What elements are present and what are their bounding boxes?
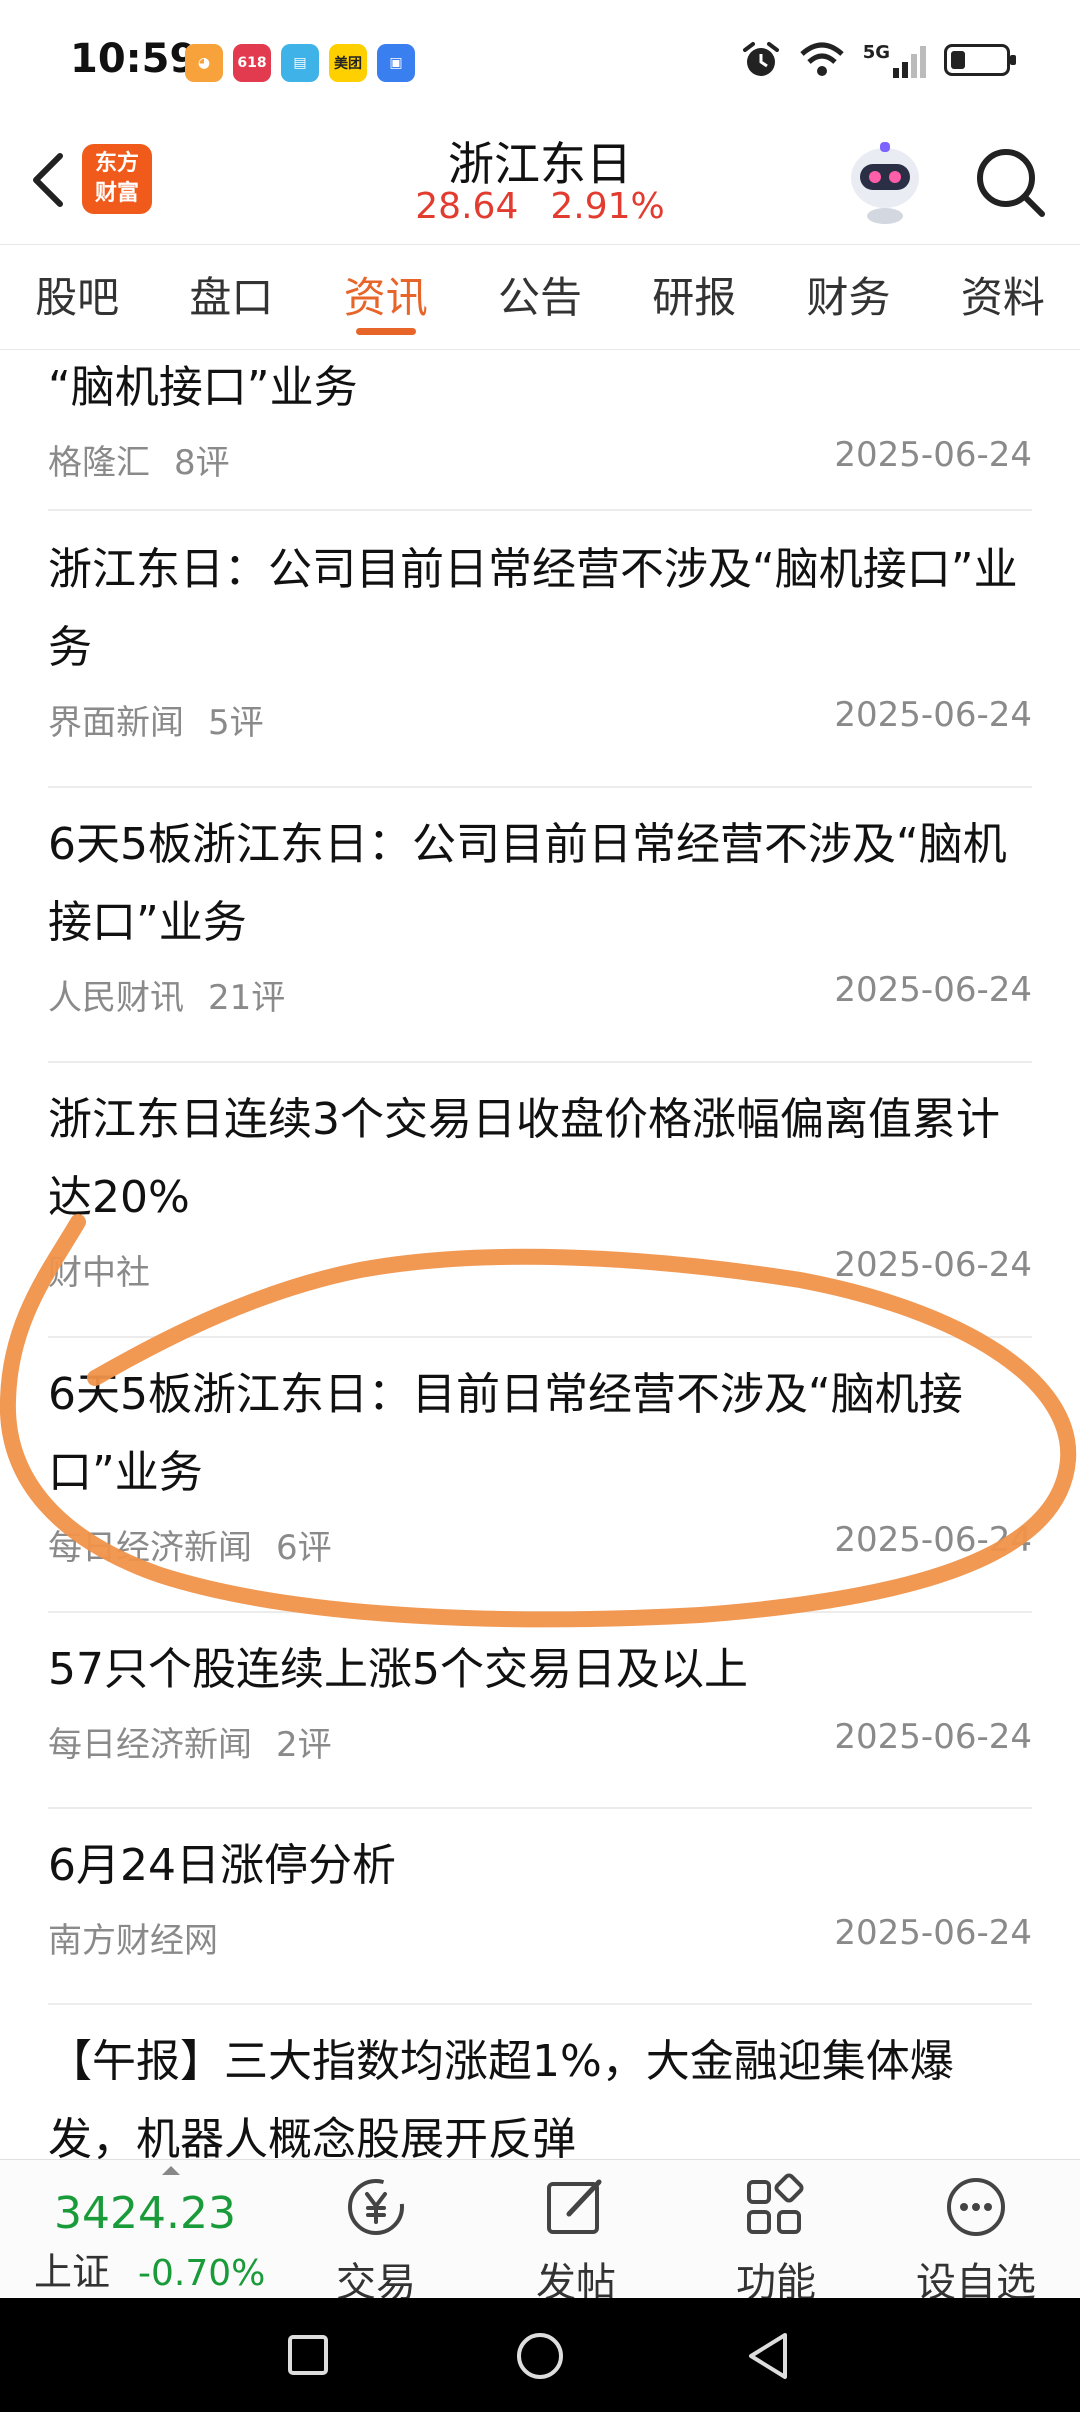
news-comments: 8评 — [174, 443, 230, 483]
news-meta: 财中社 2025-06-24 — [48, 1237, 1032, 1297]
news-item[interactable]: 6月24日涨停分析 南方财经网 2025-06-24 — [48, 1827, 1032, 2005]
news-title: 6天5板浙江东日：目前日常经营不涉及“脑机接口”业务 — [48, 1369, 963, 1498]
tab-news[interactable]: 资讯 — [309, 245, 463, 349]
signal-5g-icon: 5G — [863, 42, 926, 78]
robot-assistant-button[interactable] — [840, 136, 930, 226]
status-indicators: 5G — [741, 40, 1016, 80]
news-title: 【午报】三大指数均涨超1%，大金融迎集体爆发，机器人概念股展开反弹 — [48, 2036, 954, 2159]
news-item[interactable]: “脑机接口”业务 格隆汇 8评 2025-06-24 — [48, 351, 1032, 511]
news-date: 2025-06-24 — [834, 1520, 1032, 1560]
index-value: 3424.23 — [54, 2188, 236, 2239]
index-name: 上证 — [34, 2250, 111, 2294]
news-title: 浙江东日连续3个交易日收盘价格涨幅偏离值累计达20% — [48, 1094, 1000, 1223]
app-618-icon: 618 — [233, 44, 271, 82]
grid-apps-icon — [747, 2173, 804, 2234]
wifi-icon — [800, 42, 844, 76]
news-source: 格隆汇 — [48, 443, 150, 483]
tab-announcements[interactable]: 公告 — [463, 245, 617, 349]
news-title: “脑机接口”业务 — [48, 362, 358, 413]
notification-icons: ◕ 618 ▤ 美团 ▣ — [185, 44, 415, 82]
robot-icon — [851, 142, 919, 224]
news-meta: 人民财讯 21评 2025-06-24 — [48, 962, 1032, 1022]
search-button[interactable] — [970, 142, 1050, 222]
tab-research[interactable]: 研报 — [617, 245, 771, 349]
status-bar: 10:59 ◕ 618 ▤ 美团 ▣ 5G — [0, 0, 1080, 120]
battery-icon — [944, 44, 1016, 76]
wallet-icon: ▣ — [377, 44, 415, 82]
news-source: 财中社 — [48, 1253, 150, 1293]
tab-pankou[interactable]: 盘口 — [154, 245, 308, 349]
trade-button[interactable]: 交易 — [306, 2172, 446, 2308]
news-item[interactable]: 浙江东日连续3个交易日收盘价格涨幅偏离值累计达20% 财中社 2025-06-2… — [48, 1081, 1032, 1338]
news-comments: 6评 — [276, 1528, 332, 1568]
news-item[interactable]: 57只个股连续上涨5个交易日及以上 每日经济新闻 2评 2025-06-24 — [48, 1631, 1032, 1809]
news-date: 2025-06-24 — [834, 1717, 1032, 1757]
reader-icon: ▤ — [281, 44, 319, 82]
news-item[interactable]: 6天5板浙江东日：目前日常经营不涉及“脑机接口”业务 每日经济新闻 6评 2025… — [48, 1356, 1032, 1613]
news-title: 浙江东日：公司目前日常经营不涉及“脑机接口”业务 — [48, 544, 1018, 673]
news-meta: 南方财经网 2025-06-24 — [48, 1905, 1032, 1965]
meituan-icon: 美团 — [329, 44, 367, 82]
status-time: 10:59 — [70, 36, 198, 82]
news-meta: 界面新闻 5评 2025-06-24 — [48, 687, 1032, 747]
news-list: “脑机接口”业务 格隆汇 8评 2025-06-24 浙江东日：公司目前日常经营不… — [0, 351, 1080, 2159]
tmall-icon: ◕ — [185, 44, 223, 82]
news-title: 6月24日涨停分析 — [48, 1840, 396, 1891]
news-source: 每日经济新闻 — [48, 1528, 252, 1568]
caret-up-icon — [162, 2166, 180, 2175]
back-nav-icon[interactable] — [745, 2331, 793, 2381]
tab-guba[interactable]: 股吧 — [0, 245, 154, 349]
stock-change-pct: 2.91% — [550, 186, 665, 227]
news-date: 2025-06-24 — [834, 695, 1032, 735]
home-icon[interactable] — [515, 2331, 565, 2381]
news-date: 2025-06-24 — [834, 1913, 1032, 1953]
tab-bar: 股吧 盘口 资讯 公告 研报 财务 资料 — [0, 245, 1080, 350]
recent-apps-icon[interactable] — [286, 2333, 330, 2377]
news-source: 界面新闻 — [48, 703, 184, 743]
news-comments: 2评 — [276, 1725, 332, 1765]
news-meta: 每日经济新闻 6评 2025-06-24 — [48, 1512, 1032, 1572]
news-item[interactable]: 【午报】三大指数均涨超1%，大金融迎集体爆发，机器人概念股展开反弹 — [48, 2023, 1032, 2159]
news-source: 每日经济新闻 — [48, 1725, 252, 1765]
yuan-refresh-icon — [348, 2179, 404, 2235]
news-source: 人民财讯 — [48, 978, 184, 1018]
edit-post-icon — [547, 2179, 602, 2234]
news-meta: 每日经济新闻 2评 2025-06-24 — [48, 1709, 1032, 1769]
stock-header: 东方 财富 浙江东日 28.64 2.91% — [0, 120, 1080, 245]
bottom-toolbar: 3424.23 上证 -0.70% 交易 发帖 功能 设自选 — [0, 2159, 1080, 2306]
system-nav-bar — [0, 2298, 1080, 2412]
tab-profile[interactable]: 资料 — [926, 245, 1080, 349]
alarm-icon — [742, 42, 779, 76]
news-item[interactable]: 6天5板浙江东日：公司目前日常经营不涉及“脑机接口”业务 人民财讯 21评 202… — [48, 806, 1032, 1063]
news-title: 57只个股连续上涨5个交易日及以上 — [48, 1644, 748, 1695]
add-watchlist-button[interactable]: 设自选 — [906, 2172, 1046, 2308]
news-source: 南方财经网 — [48, 1921, 218, 1961]
stock-price: 28.64 — [415, 186, 519, 227]
news-date: 2025-06-24 — [834, 970, 1032, 1010]
news-comments: 21评 — [208, 978, 286, 1018]
news-title: 6天5板浙江东日：公司目前日常经营不涉及“脑机接口”业务 — [48, 819, 1007, 948]
search-icon — [977, 149, 1045, 217]
news-date: 2025-06-24 — [834, 435, 1032, 475]
index-ticker[interactable]: 3424.23 上证 -0.70% — [34, 2166, 284, 2296]
news-date: 2025-06-24 — [834, 1245, 1032, 1285]
news-comments: 5评 — [208, 703, 264, 743]
news-meta: 格隆汇 8评 2025-06-24 — [48, 427, 1032, 487]
tab-finance[interactable]: 财务 — [771, 245, 925, 349]
news-item[interactable]: 浙江东日：公司目前日常经营不涉及“脑机接口”业务 界面新闻 5评 2025-06-… — [48, 531, 1032, 788]
functions-button[interactable]: 功能 — [706, 2172, 846, 2308]
index-change: -0.70% — [138, 2253, 266, 2294]
more-dots-icon — [947, 2178, 1005, 2236]
post-button[interactable]: 发帖 — [506, 2172, 646, 2308]
